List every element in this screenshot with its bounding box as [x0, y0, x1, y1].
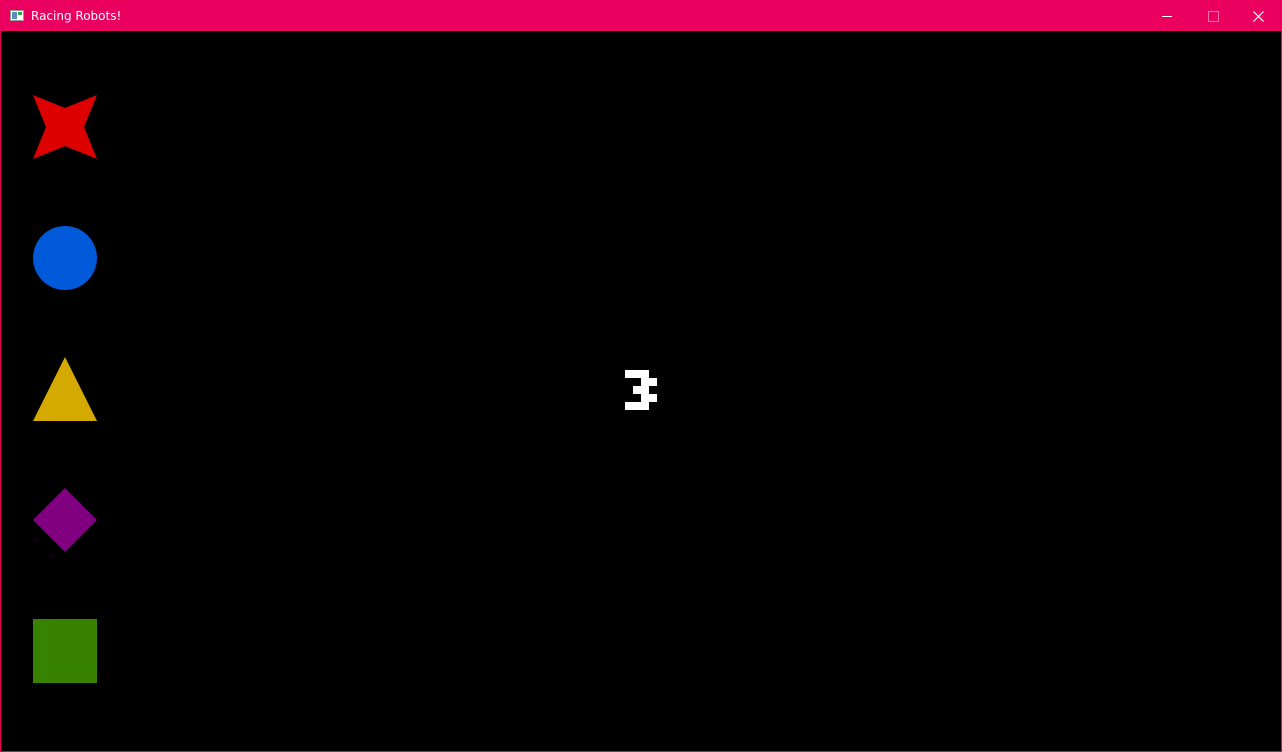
countdown-pixel — [641, 402, 649, 410]
star-icon — [33, 95, 97, 159]
countdown-pixel — [625, 370, 633, 378]
countdown-pixel — [641, 370, 649, 378]
robot-star — [33, 95, 97, 159]
close-button[interactable] — [1235, 1, 1281, 31]
square-icon — [33, 619, 97, 683]
close-icon — [1253, 11, 1264, 22]
countdown-pixel — [649, 394, 657, 402]
robot-square — [33, 619, 97, 683]
maximize-button[interactable] — [1190, 1, 1236, 31]
robot-circle — [33, 226, 97, 290]
app-icon — [10, 10, 24, 21]
triangle-icon — [33, 357, 97, 421]
countdown-pixel — [641, 394, 649, 402]
app-window: Racing Robots! — [0, 0, 1282, 752]
countdown-pixel — [649, 378, 657, 386]
countdown-pixel — [633, 370, 641, 378]
countdown-pixel — [641, 378, 649, 386]
diamond-icon — [33, 488, 97, 552]
circle-icon — [33, 226, 97, 290]
maximize-icon — [1208, 11, 1219, 22]
countdown-pixel — [633, 386, 641, 394]
minimize-icon — [1162, 16, 1172, 17]
countdown-pixel — [625, 402, 633, 410]
countdown-pixel — [641, 386, 649, 394]
title-bar[interactable]: Racing Robots! — [1, 1, 1281, 31]
countdown-digit — [625, 370, 657, 410]
robot-diamond — [33, 488, 97, 552]
countdown-pixel — [633, 402, 641, 410]
robot-triangle — [33, 357, 97, 421]
game-canvas[interactable] — [1, 31, 1281, 751]
window-title: Racing Robots! — [31, 9, 122, 23]
minimize-button[interactable] — [1144, 1, 1190, 31]
countdown-number — [625, 370, 657, 410]
